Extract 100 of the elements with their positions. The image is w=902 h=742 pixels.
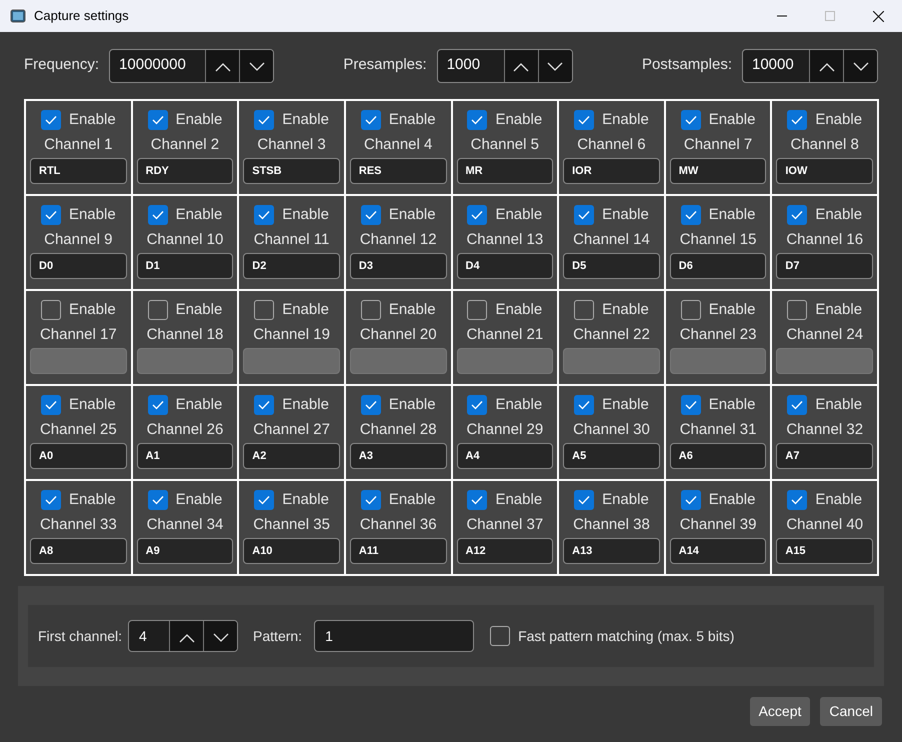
checkbox[interactable] [148, 395, 168, 415]
checkbox[interactable] [40, 205, 61, 225]
checkbox[interactable] [467, 490, 488, 510]
channel-name-field[interactable]: RDY [136, 158, 234, 184]
channel-name-field[interactable]: A12 [456, 538, 554, 564]
checkbox[interactable] [148, 110, 168, 130]
checkbox-label: Enable [602, 110, 649, 130]
channel-name-field[interactable]: IOW [776, 158, 873, 184]
increment-button[interactable] [504, 50, 538, 82]
decrement-button[interactable] [203, 621, 238, 651]
checkbox[interactable] [680, 300, 701, 320]
channel-name-field[interactable]: A15 [776, 538, 873, 564]
channel-name-field[interactable]: A2 [243, 443, 340, 469]
checkbox-label: Enable [176, 490, 222, 510]
checkbox[interactable] [360, 395, 381, 415]
spin-box[interactable]: 10000000 [109, 48, 274, 82]
checkbox[interactable] [680, 205, 701, 225]
dialog-button[interactable]: Cancel [820, 697, 882, 726]
channel-name-field[interactable]: A9 [136, 538, 234, 564]
channel-name-field[interactable]: MW [670, 158, 766, 184]
channel-name-field[interactable]: A8 [30, 538, 127, 564]
channel-name-field[interactable]: A14 [670, 538, 766, 564]
decrement-button[interactable] [239, 50, 274, 82]
checkbox[interactable] [148, 300, 168, 320]
checkbox[interactable] [467, 205, 488, 225]
checkbox[interactable] [574, 300, 594, 320]
checkbox[interactable] [574, 205, 594, 225]
decrement-button[interactable] [538, 50, 572, 82]
channel-name-field[interactable]: A10 [243, 538, 340, 564]
channel-name-field[interactable]: A1 [136, 443, 234, 469]
checkmark-icon [471, 400, 484, 410]
checkbox[interactable] [40, 110, 61, 130]
channel-name-field[interactable]: A4 [456, 443, 554, 469]
channel-name-field[interactable]: IOR [563, 158, 660, 184]
checkbox[interactable] [360, 110, 381, 130]
checkbox[interactable] [787, 490, 808, 510]
spin-box[interactable]: 1000 [436, 48, 573, 82]
pattern-field[interactable]: 1 [314, 620, 474, 652]
channel-name-field[interactable]: A7 [776, 443, 873, 469]
channel-name-field[interactable]: D7 [776, 253, 873, 279]
checkbox[interactable] [490, 626, 510, 646]
checkbox[interactable] [254, 110, 274, 130]
checkbox[interactable] [574, 395, 594, 415]
channel-name-field[interactable]: D1 [136, 253, 234, 279]
channel-name-field[interactable]: A3 [350, 443, 446, 469]
checkmark-icon [791, 115, 804, 125]
checkmark-icon [791, 210, 804, 220]
checkbox[interactable] [254, 205, 274, 225]
channel-name-field[interactable]: D6 [670, 253, 766, 279]
dialog-button[interactable]: Accept [750, 697, 810, 726]
increment-button[interactable] [205, 50, 240, 82]
channel-name-field[interactable]: RES [350, 158, 446, 184]
channel-name-field[interactable]: D0 [30, 253, 127, 279]
channel-name-field[interactable]: D4 [456, 253, 554, 279]
spin-box[interactable]: 4 [128, 620, 238, 652]
checkbox[interactable] [148, 490, 168, 510]
spin-box[interactable]: 10000 [742, 48, 878, 82]
checkbox[interactable] [40, 300, 61, 320]
checkbox[interactable] [254, 300, 274, 320]
channel-name-field[interactable]: D2 [243, 253, 340, 279]
checkbox[interactable] [254, 490, 274, 510]
channel-name-field[interactable]: A11 [350, 538, 446, 564]
checkbox[interactable] [360, 205, 381, 225]
checkbox[interactable] [787, 110, 808, 130]
checkbox[interactable] [574, 490, 594, 510]
channel-name-field[interactable]: A13 [563, 538, 660, 564]
checkbox[interactable] [360, 490, 381, 510]
checkbox-label: Enable [68, 204, 116, 225]
channel-name-field[interactable]: MR [456, 158, 554, 184]
channel-name-field[interactable]: A0 [30, 443, 127, 469]
checkbox[interactable] [680, 110, 701, 130]
checkbox[interactable] [467, 395, 488, 415]
channel-name-field[interactable]: D5 [563, 253, 660, 279]
checkbox[interactable] [40, 395, 61, 415]
increment-button[interactable] [809, 50, 843, 82]
channel-name-field[interactable]: STSB [243, 158, 340, 184]
checkbox[interactable] [148, 205, 168, 225]
channel-name-field[interactable]: RTL [30, 158, 127, 184]
channel-name-field[interactable]: A6 [670, 443, 766, 469]
checkbox[interactable] [467, 110, 488, 130]
checkbox[interactable] [787, 300, 808, 320]
checkbox[interactable] [680, 395, 701, 415]
channel-name-field[interactable]: D3 [350, 253, 446, 279]
channel-name-field[interactable]: A5 [563, 443, 660, 469]
checkbox[interactable] [787, 205, 808, 225]
increment-button[interactable] [169, 621, 204, 651]
checkbox[interactable] [40, 490, 61, 510]
checkbox-label: Enable [68, 490, 116, 510]
decrement-button[interactable] [843, 50, 877, 82]
checkmark-icon [258, 400, 270, 410]
field-label: First channel: [38, 626, 122, 646]
checkbox-label: Enable [815, 490, 862, 510]
checkbox[interactable] [254, 395, 274, 415]
checkbox[interactable] [360, 300, 381, 320]
checkbox[interactable] [787, 395, 808, 415]
chevron-up-icon [214, 62, 231, 72]
close-icon[interactable] [873, 10, 884, 22]
checkbox[interactable] [574, 110, 594, 130]
checkbox[interactable] [467, 300, 488, 320]
checkbox[interactable] [680, 490, 701, 510]
